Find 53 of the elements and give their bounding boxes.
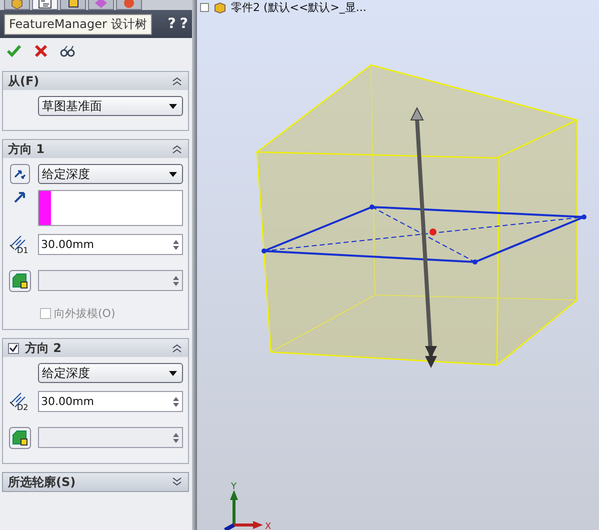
- expand-icon[interactable]: [172, 477, 182, 487]
- help-icon[interactable]: ?: [168, 16, 176, 32]
- tooltip: FeatureManager 设计树: [4, 14, 152, 34]
- draft-icon[interactable]: [9, 427, 31, 449]
- draft-angle-field[interactable]: [38, 427, 183, 448]
- caret-icon: [169, 370, 177, 376]
- reverse-direction-icon[interactable]: [10, 164, 30, 184]
- selection-box[interactable]: [38, 190, 183, 226]
- depth-field[interactable]: 30.00mm: [38, 391, 183, 412]
- draft-icon[interactable]: [9, 270, 31, 292]
- tab-icon: [38, 0, 52, 9]
- depth-tag: D2: [17, 403, 28, 412]
- tree-item[interactable]: 零件2 (默认<<默认>_显...: [231, 0, 366, 15]
- splitter-handle[interactable]: [192, 0, 197, 530]
- checkbox[interactable]: [40, 308, 51, 319]
- dropdown[interactable]: 草图基准面: [38, 96, 183, 116]
- collapse-icon[interactable]: [172, 144, 182, 154]
- draft-angle-field[interactable]: [38, 270, 183, 291]
- part-icon: [214, 2, 226, 14]
- depth-tag: D1: [17, 246, 28, 255]
- tab-icon: [94, 0, 108, 9]
- checkbox[interactable]: [8, 342, 19, 354]
- panel-tab[interactable]: [60, 0, 86, 10]
- caret-icon: [169, 172, 177, 176]
- tab-icon: [10, 0, 24, 9]
- section-header[interactable]: 方向 2: [3, 339, 188, 357]
- section-header[interactable]: 方向 1: [3, 140, 188, 158]
- panel-tab[interactable]: [32, 0, 58, 10]
- expand-icon[interactable]: [200, 3, 209, 12]
- section-title: 方向 2: [25, 340, 63, 356]
- tab-icon: [122, 0, 136, 9]
- section-header[interactable]: 所选轮廓(S): [3, 473, 188, 491]
- axis-triad: [224, 490, 263, 530]
- dropdown[interactable]: 给定深度: [38, 363, 183, 383]
- tab-icon: [66, 0, 80, 9]
- section-title: 方向 1: [8, 140, 46, 158]
- section-title: 从(F): [8, 72, 40, 90]
- section-header[interactable]: 从(F): [3, 72, 188, 90]
- axis-label: Y: [231, 482, 236, 492]
- section-title: 所选轮廓(S): [8, 474, 77, 490]
- collapse-icon[interactable]: [172, 76, 182, 86]
- dropdown[interactable]: 给定深度: [38, 164, 183, 184]
- draft-label: 向外拔模(O): [54, 306, 116, 321]
- collapse-icon[interactable]: [172, 343, 182, 353]
- help-icon[interactable]: ?: [180, 16, 188, 32]
- axis-label: X: [265, 522, 272, 530]
- cancel-icon[interactable]: [34, 44, 48, 58]
- ok-icon[interactable]: [6, 43, 22, 59]
- direction-arrow-icon: [13, 190, 27, 204]
- preview-icon[interactable]: [60, 45, 76, 57]
- depth-field[interactable]: 30.00mm: [38, 234, 183, 255]
- origin-icon: [430, 228, 436, 236]
- caret-icon: [169, 104, 177, 108]
